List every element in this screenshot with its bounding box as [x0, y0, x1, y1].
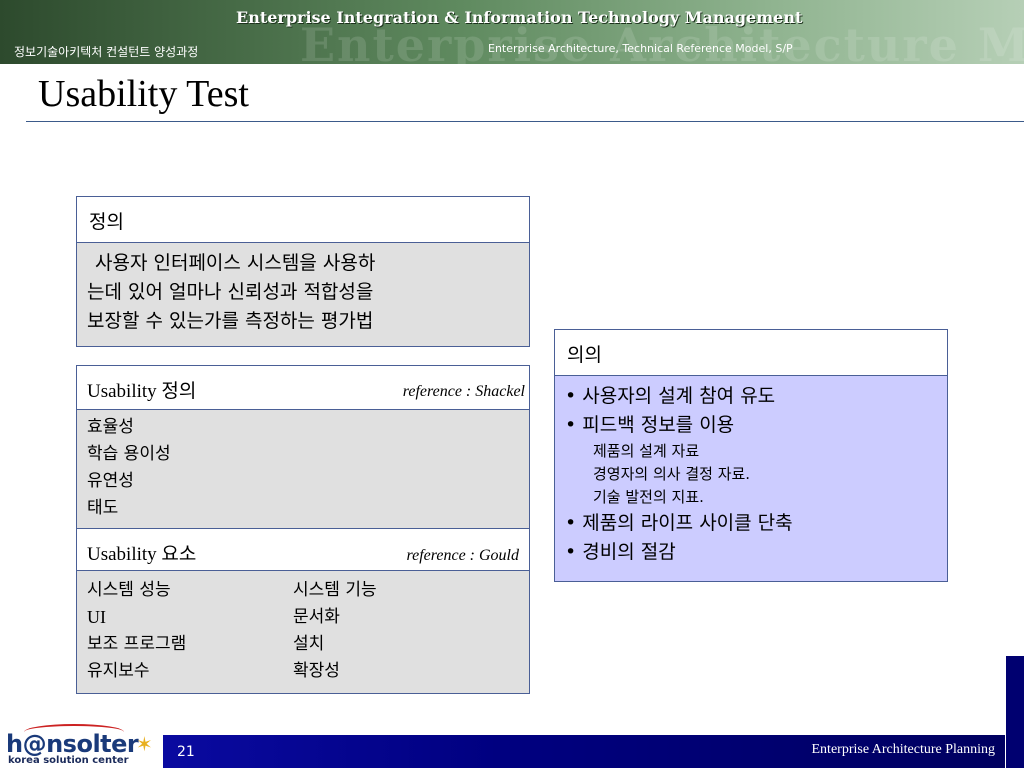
page-title: Usability Test	[38, 73, 249, 115]
bullet-item: • 제품의 라이프 사이클 단축	[565, 512, 793, 534]
bullet-item: • 경비의 절감	[565, 541, 676, 563]
logo-tagline: korea solution center	[8, 755, 129, 766]
definition-line: 보장할 수 있는가를 측정하는 평가법	[87, 310, 374, 332]
footer-side-bar	[1006, 656, 1024, 768]
definition-header: 정의	[77, 197, 529, 243]
definition-line: 는데 있어 얼마나 신뢰성과 적합성을	[87, 281, 374, 303]
banner-subtitle: Enterprise Architecture, Technical Refer…	[488, 42, 793, 55]
reference-shackel: reference : Shackel	[402, 383, 525, 400]
usability-elements-body: 시스템 성능 UI 보조 프로그램 유지보수 시스템 기능 문서화 설치 확장성	[77, 571, 529, 693]
list-item: 유연성	[87, 471, 134, 491]
meaning-box: 의의 • 사용자의 설계 참여 유도 • 피드백 정보를 이용 제품의 설계 자…	[554, 329, 948, 582]
list-item: 보조 프로그램	[87, 634, 187, 654]
usability-elements-box: Usability 요소 reference : Gould 시스템 성능 UI…	[76, 528, 530, 694]
definition-text: 사용자 인터페이스 시스템을 사용하 는데 있어 얼마나 신뢰성과 적합성을 보…	[87, 249, 375, 336]
list-item: 시스템 기능	[293, 580, 377, 600]
list-item: UI	[87, 607, 106, 627]
reference-gould: reference : Gould	[406, 547, 519, 564]
usability-elements-label: Usability 요소	[87, 544, 197, 565]
meaning-list: • 사용자의 설계 참여 유도 • 피드백 정보를 이용 제품의 설계 자료 경…	[565, 382, 793, 567]
meaning-body: • 사용자의 설계 참여 유도 • 피드백 정보를 이용 제품의 설계 자료 경…	[555, 376, 947, 581]
definition-label: 정의	[89, 211, 124, 233]
list-item: 확장성	[293, 661, 340, 681]
sub-item: 제품의 설계 자료	[593, 442, 700, 460]
list-item: 설치	[293, 634, 325, 654]
logo-wordmark: h@nsolter	[6, 730, 139, 758]
sub-item: 경영자의 의사 결정 자료.	[593, 465, 751, 483]
list-item: 학습 용이성	[87, 444, 171, 464]
banner-title: Enterprise Integration & Information Tec…	[236, 8, 803, 27]
list-item: 문서화	[293, 607, 340, 627]
footer-text: Enterprise Architecture Planning	[811, 742, 996, 757]
title-divider	[26, 121, 1024, 122]
usability-definition-body: 효율성 학습 용이성 유연성 태도	[77, 410, 529, 528]
usability-definition-label: Usability 정의	[87, 381, 197, 402]
course-name: 정보기술아키텍처 컨설턴트 양성과정	[14, 45, 199, 59]
meaning-header: 의의	[555, 330, 947, 376]
definition-line: 사용자 인터페이스 시스템을 사용하	[95, 252, 376, 274]
bullet-item: • 사용자의 설계 참여 유도	[565, 385, 776, 407]
sub-item: 기술 발전의 지표.	[593, 488, 704, 506]
meaning-label: 의의	[567, 344, 602, 366]
elements-column-1: 시스템 성능 UI 보조 프로그램 유지보수	[87, 577, 186, 685]
header-banner: Enterprise Architecture Model Enterprise…	[0, 0, 1024, 72]
star-icon: ✶	[136, 732, 153, 756]
list-item: 시스템 성능	[87, 580, 171, 600]
footer-bar: 21 Enterprise Architecture Planning	[163, 735, 1005, 768]
usability-definition-box: Usability 정의 reference : Shackel 효율성 학습 …	[76, 365, 530, 529]
definition-body: 사용자 인터페이스 시스템을 사용하 는데 있어 얼마나 신뢰성과 적합성을 보…	[77, 243, 529, 346]
bullet-item: • 피드백 정보를 이용	[565, 414, 735, 436]
list-item: 태도	[87, 498, 119, 518]
definition-box: 정의 사용자 인터페이스 시스템을 사용하 는데 있어 얼마나 신뢰성과 적합성…	[76, 196, 530, 347]
elements-column-2: 시스템 기능 문서화 설치 확장성	[293, 577, 377, 685]
list-item: 유지보수	[87, 661, 150, 681]
usability-definition-list: 효율성 학습 용이성 유연성 태도	[87, 414, 171, 522]
usability-definition-header: Usability 정의 reference : Shackel	[77, 366, 529, 410]
list-item: 효율성	[87, 417, 134, 437]
usability-elements-header: Usability 요소 reference : Gould	[77, 529, 529, 571]
hansolter-logo: h@nsolter ✶ korea solution center	[4, 724, 160, 768]
page-number: 21	[177, 744, 195, 760]
